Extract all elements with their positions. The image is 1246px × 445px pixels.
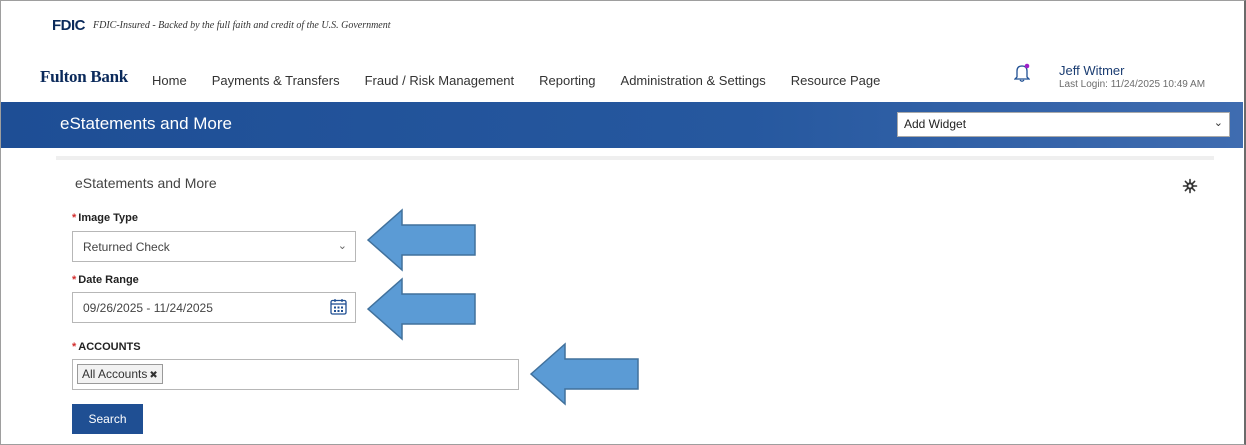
add-widget-select[interactable]: Add Widget ⌄ bbox=[897, 112, 1230, 137]
top-header: Fulton Bank Home Payments & Transfers Fr… bbox=[40, 63, 1230, 97]
last-login: Last Login: 11/24/2025 10:49 AM bbox=[1059, 79, 1206, 90]
image-type-value: Returned Check bbox=[83, 240, 170, 254]
gear-icon[interactable] bbox=[1182, 178, 1198, 194]
required-mark: * bbox=[72, 341, 77, 353]
account-tag: All Accounts ✖ bbox=[77, 364, 163, 384]
callout-arrow-accounts bbox=[529, 342, 639, 406]
section-divider bbox=[56, 156, 1214, 160]
required-mark: * bbox=[72, 274, 77, 286]
nav-payments-transfers[interactable]: Payments & Transfers bbox=[212, 73, 340, 88]
main-nav: Home Payments & Transfers Fraud / Risk M… bbox=[152, 73, 905, 88]
remove-tag-icon[interactable]: ✖ bbox=[149, 370, 157, 381]
add-widget-value: Add Widget bbox=[904, 117, 967, 131]
chevron-down-icon: ⌄ bbox=[1213, 117, 1223, 129]
fdic-bar: FDIC FDIC-Insured - Backed by the full f… bbox=[52, 16, 391, 34]
nav-reporting[interactable]: Reporting bbox=[539, 73, 595, 88]
accounts-multiselect[interactable]: All Accounts ✖ bbox=[72, 359, 519, 390]
page-banner: eStatements and More Add Widget ⌄ bbox=[1, 102, 1243, 148]
nav-home[interactable]: Home bbox=[152, 73, 187, 88]
account-tag-label: All Accounts bbox=[82, 367, 148, 381]
notification-bell-icon[interactable] bbox=[1014, 63, 1030, 83]
fdic-tagline: FDIC-Insured - Backed by the full faith … bbox=[93, 19, 391, 31]
image-type-select[interactable]: Returned Check ⌄ bbox=[72, 231, 356, 262]
required-mark: * bbox=[72, 212, 77, 224]
date-range-label: * Date Range bbox=[72, 274, 139, 286]
date-range-value: 09/26/2025 - 11/24/2025 bbox=[83, 301, 213, 315]
page-title: eStatements and More bbox=[60, 114, 232, 133]
brand-logo[interactable]: Fulton Bank bbox=[40, 67, 128, 87]
user-info[interactable]: Jeff Witmer Last Login: 11/24/2025 10:49… bbox=[1059, 63, 1205, 90]
widget-title: eStatements and More bbox=[75, 175, 217, 191]
calendar-icon[interactable] bbox=[330, 298, 347, 315]
date-range-input[interactable]: 09/26/2025 - 11/24/2025 bbox=[72, 292, 356, 323]
chevron-down-icon: ⌄ bbox=[337, 240, 347, 252]
image-type-label: * Image Type bbox=[72, 212, 138, 224]
search-button[interactable]: Search bbox=[72, 404, 143, 434]
accounts-label: * ACCOUNTS bbox=[72, 341, 141, 353]
nav-administration-settings[interactable]: Administration & Settings bbox=[621, 73, 766, 88]
callout-arrow-image-type bbox=[366, 208, 476, 272]
fdic-logo: FDIC bbox=[52, 16, 86, 34]
callout-arrow-date-range bbox=[366, 277, 476, 341]
nav-resource-page[interactable]: Resource Page bbox=[791, 73, 881, 88]
nav-fraud-risk-management[interactable]: Fraud / Risk Management bbox=[365, 73, 515, 88]
user-name[interactable]: Jeff Witmer bbox=[1059, 63, 1205, 78]
